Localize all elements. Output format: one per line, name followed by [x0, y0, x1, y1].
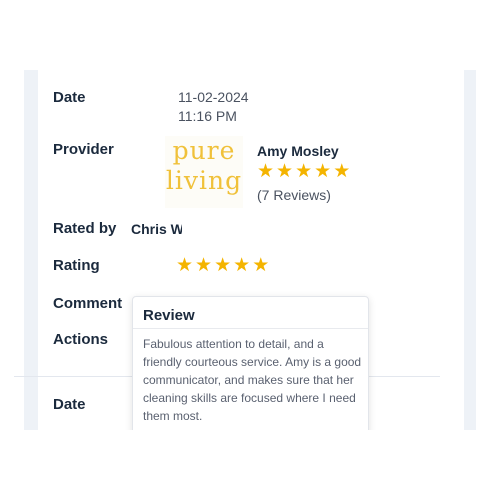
provider-star-rating: ★ ★ ★ ★ ★	[257, 162, 350, 182]
star-icon: ★	[276, 161, 294, 182]
redaction-mask	[182, 219, 234, 241]
date-value: 11-02-2024 11:16 PM	[178, 88, 249, 126]
tooltip-review-text: Fabulous attention to detail, and a frie…	[143, 337, 362, 423]
review-tooltip: Review Fabulous attention to detail, and…	[132, 296, 369, 436]
star-icon: ★	[257, 161, 275, 182]
comment-label: Comment	[53, 295, 123, 312]
date-label: Date	[53, 89, 86, 106]
star-icon: ★	[295, 161, 313, 182]
provider-review-count[interactable]: (7 Reviews)	[257, 187, 331, 203]
page-bottom-margin	[0, 430, 500, 500]
star-icon: ★	[214, 255, 232, 276]
rating-stars: ★ ★ ★ ★ ★	[176, 256, 269, 276]
actions-label: Actions	[53, 331, 109, 348]
provider-name[interactable]: Amy Mosley	[257, 143, 339, 159]
provider-logo: pure living	[165, 136, 243, 208]
next-date-label: Date	[53, 396, 86, 413]
rating-label: Rating	[53, 257, 100, 274]
date-text: 11-02-2024	[178, 89, 249, 105]
star-icon: ★	[252, 255, 270, 276]
time-text: 11:16 PM	[178, 108, 237, 124]
provider-label: Provider	[53, 141, 114, 158]
star-icon: ★	[176, 255, 194, 276]
rated-by-value: Chris W	[131, 221, 184, 237]
rated-by-label: Rated by	[53, 220, 117, 237]
logo-text-line-2: living	[165, 166, 243, 195]
tooltip-title: Review	[143, 307, 195, 324]
star-icon: ★	[195, 255, 213, 276]
logo-text-line-1: pure	[172, 136, 236, 165]
star-icon: ★	[314, 161, 332, 182]
star-icon: ★	[333, 161, 351, 182]
tooltip-divider	[133, 328, 368, 329]
star-icon: ★	[233, 255, 251, 276]
